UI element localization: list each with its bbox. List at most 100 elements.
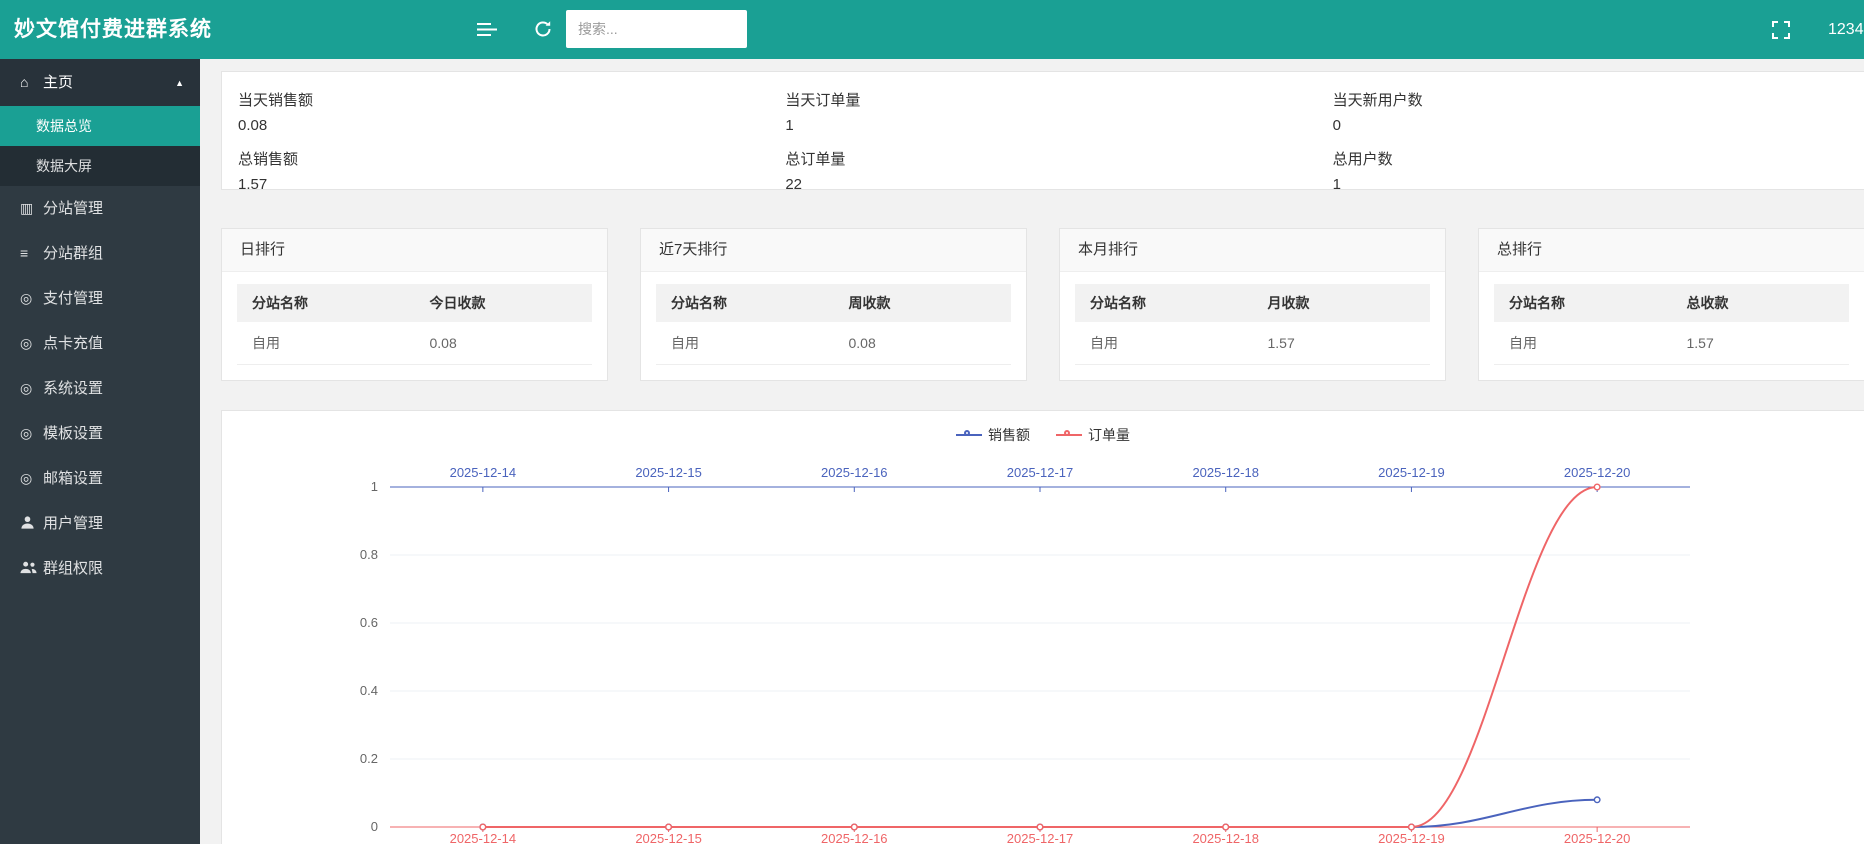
sidebar-item-mailbox-settings[interactable]: ◎邮箱设置 (0, 456, 200, 501)
table-row: 自用 0.08 (237, 322, 592, 365)
stat-label: 当天订单量 (785, 89, 1300, 110)
circle-icon: ◎ (20, 276, 43, 321)
sidebar-item-template-settings[interactable]: ◎模板设置 (0, 411, 200, 456)
app-title: 妙文馆付费进群系统 (14, 0, 212, 59)
rank-card-7days: 近7天排行 分站名称 周收款 自用 0.08 (640, 228, 1027, 381)
stat-total-orders: 总订单量 22 (769, 141, 1316, 200)
stat-value: 0.08 (238, 117, 753, 134)
sidebar-item-home[interactable]: ⌂主页 ▲ (0, 59, 200, 106)
chart-legend: 销售额 订单量 (222, 411, 1864, 451)
rank-card-title: 总排行 (1479, 229, 1864, 272)
rank-col-header: 分站名称 (1075, 284, 1253, 322)
stat-value: 22 (785, 176, 1300, 193)
svg-text:2025-12-18: 2025-12-18 (1192, 831, 1259, 844)
svg-text:0.4: 0.4 (360, 683, 378, 698)
stat-label: 总用户数 (1333, 148, 1848, 169)
search-input[interactable] (566, 10, 747, 48)
stat-today-sales: 当天销售额 0.08 (222, 82, 769, 141)
stat-today-new-users: 当天新用户数 0 (1317, 82, 1864, 141)
rank-card-title: 近7天排行 (641, 229, 1026, 272)
svg-text:2025-12-16: 2025-12-16 (821, 831, 888, 844)
table-row: 自用 1.57 (1494, 322, 1849, 365)
sidebar-item-data-overview[interactable]: 数据总览 (0, 106, 200, 146)
rank-col-header: 分站名称 (237, 284, 415, 322)
svg-text:2025-12-20: 2025-12-20 (1564, 465, 1631, 480)
sidebar-item-substation-groups[interactable]: ≡分站群组 (0, 231, 200, 276)
sidebar-item-group-permissions[interactable]: 群组权限 (0, 546, 200, 591)
sidebar-item-system-settings[interactable]: ◎系统设置 (0, 366, 200, 411)
stat-value: 1 (1333, 176, 1848, 193)
rank-col-header: 月收款 (1253, 284, 1431, 322)
svg-text:2025-12-17: 2025-12-17 (1007, 465, 1074, 480)
stat-total-sales: 总销售额 1.57 (222, 141, 769, 200)
top-bar: 妙文馆付费进群系统 12345 (0, 0, 1864, 59)
sidebar-item-label: 模板设置 (43, 425, 103, 442)
rank-cell-amount: 1.57 (1672, 322, 1850, 365)
svg-text:0.8: 0.8 (360, 547, 378, 562)
stat-value: 1.57 (238, 176, 753, 193)
legend-item-sales[interactable]: 销售额 (956, 425, 1030, 445)
rank-table: 分站名称 总收款 自用 1.57 (1494, 284, 1849, 365)
main-content: 当天销售额 0.08 当天订单量 1 当天新用户数 0 总销售额 1.57 总订… (221, 71, 1864, 844)
sidebar-item-user-management[interactable]: 用户管理 (0, 501, 200, 546)
circle-icon: ◎ (20, 366, 43, 411)
rank-card-title: 日排行 (222, 229, 607, 272)
home-icon: ⌂ (20, 59, 43, 106)
svg-text:0.2: 0.2 (360, 751, 378, 766)
sidebar-item-label: 用户管理 (43, 515, 103, 532)
sidebar-item-data-screen[interactable]: 数据大屏 (0, 146, 200, 186)
refresh-icon[interactable] (534, 20, 552, 42)
svg-text:2025-12-14: 2025-12-14 (450, 831, 517, 844)
rank-cell-amount: 0.08 (415, 322, 593, 365)
legend-item-orders[interactable]: 订单量 (1056, 425, 1130, 445)
sidebar-item-label: 主页 (43, 74, 73, 91)
stats-panel: 当天销售额 0.08 当天订单量 1 当天新用户数 0 总销售额 1.57 总订… (221, 71, 1864, 190)
sidebar-item-label: 系统设置 (43, 380, 103, 397)
fullscreen-icon[interactable] (1772, 21, 1790, 43)
rows-icon: ≡ (20, 231, 43, 276)
circle-icon: ◎ (20, 456, 43, 501)
rank-cell-name: 自用 (1075, 322, 1253, 365)
circle-icon: ◎ (20, 321, 43, 366)
sidebar: ⌂主页 ▲ 数据总览 数据大屏 ▥分站管理 ≡分站群组 ◎支付管理 ◎点卡充值 … (0, 59, 200, 844)
rank-card-daily: 日排行 分站名称 今日收款 自用 0.08 (221, 228, 608, 381)
table-row: 自用 0.08 (656, 322, 1011, 365)
svg-text:2025-12-19: 2025-12-19 (1378, 831, 1445, 844)
svg-text:2025-12-15: 2025-12-15 (635, 831, 702, 844)
rank-card-title: 本月排行 (1060, 229, 1445, 272)
rank-card-month: 本月排行 分站名称 月收款 自用 1.57 (1059, 228, 1446, 381)
stat-label: 当天销售额 (238, 89, 753, 110)
rank-cell-name: 自用 (656, 322, 834, 365)
stat-value: 0 (1333, 117, 1848, 134)
sidebar-item-label: 群组权限 (43, 560, 103, 577)
sidebar-item-label: 分站管理 (43, 200, 103, 217)
rank-cell-amount: 0.08 (834, 322, 1012, 365)
rank-card-total: 总排行 分站名称 总收款 自用 1.57 (1478, 228, 1864, 381)
svg-text:2025-12-17: 2025-12-17 (1007, 831, 1074, 844)
sidebar-item-label: 数据大屏 (36, 158, 92, 174)
stat-label: 总订单量 (785, 148, 1300, 169)
sidebar-item-payment-management[interactable]: ◎支付管理 (0, 276, 200, 321)
rank-col-header: 分站名称 (1494, 284, 1672, 322)
sidebar-item-substation-management[interactable]: ▥分站管理 (0, 186, 200, 231)
stat-value: 1 (785, 117, 1300, 134)
svg-text:0.6: 0.6 (360, 615, 378, 630)
table-row: 自用 1.57 (1075, 322, 1430, 365)
chart-card: 销售额 订单量 00.20.40.60.812025-12-142025-12-… (221, 410, 1864, 844)
svg-text:2025-12-15: 2025-12-15 (635, 465, 702, 480)
rank-col-header: 分站名称 (656, 284, 834, 322)
svg-text:2025-12-16: 2025-12-16 (821, 465, 888, 480)
line-marker-icon (1056, 429, 1082, 441)
username[interactable]: 12345 (1828, 0, 1864, 59)
stat-label: 当天新用户数 (1333, 89, 1848, 110)
legend-label: 订单量 (1088, 425, 1130, 445)
sidebar-item-label: 邮箱设置 (43, 470, 103, 487)
sidebar-item-card-recharge[interactable]: ◎点卡充值 (0, 321, 200, 366)
collapse-menu-icon[interactable] (477, 22, 497, 41)
svg-text:1: 1 (371, 479, 378, 494)
stat-label: 总销售额 (238, 148, 753, 169)
user-icon (20, 501, 43, 546)
line-marker-icon (956, 429, 982, 441)
rank-col-header: 总收款 (1672, 284, 1850, 322)
sidebar-item-label: 数据总览 (36, 118, 92, 134)
